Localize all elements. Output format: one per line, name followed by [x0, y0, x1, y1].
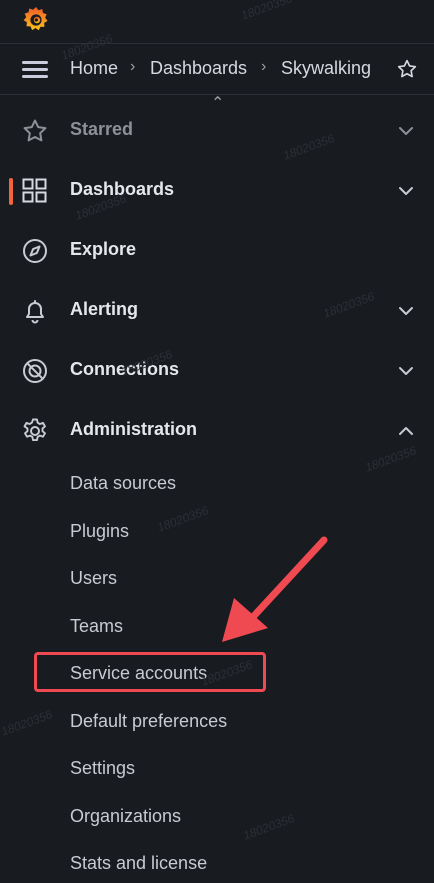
app-root: Home › Dashboards › Skywalking ⌃ Starred… [0, 0, 434, 883]
chevron-down-icon[interactable] [398, 183, 414, 199]
sidebar-item-users[interactable]: Users [0, 559, 434, 599]
chevron-up-icon[interactable] [398, 423, 414, 439]
nav-item-label: Alerting [70, 299, 139, 319]
hamburger-line-icon [22, 68, 48, 71]
sidebar-item-default-preferences[interactable]: Default preferences [0, 702, 434, 742]
breadcrumb-dashboards-link[interactable]: Dashboards [150, 58, 247, 79]
nav-item-label: Administration [70, 419, 198, 439]
top-bar [0, 0, 434, 44]
sidebar-item-label: Settings [70, 758, 136, 778]
sidebar-item-label: Organizations [70, 806, 182, 826]
connections-icon [23, 359, 47, 383]
gear-icon [23, 418, 46, 442]
breadcrumb-current-page: Skywalking [281, 58, 372, 78]
breadcrumb-separator: › [130, 58, 136, 75]
chevron-down-icon[interactable] [398, 363, 414, 379]
nav-item-connections[interactable]: Connections [0, 345, 434, 397]
nav-item-label: Dashboards [70, 179, 175, 199]
sidebar-item-settings[interactable]: Settings [0, 749, 434, 789]
sidebar-item-label: Teams [70, 616, 124, 636]
breadcrumb-separator: › [261, 58, 267, 75]
sidebar-item-organizations[interactable]: Organizations [0, 797, 434, 837]
dashboards-grid-icon [22, 178, 47, 203]
grafana-logo-icon[interactable] [20, 4, 52, 36]
sidebar-item-label: Stats and license [70, 853, 208, 873]
bell-icon [26, 300, 44, 324]
breadcrumb-home-link[interactable]: Home [70, 58, 118, 79]
mark-favorite-star-icon[interactable] [396, 58, 418, 80]
nav-item-dashboards[interactable]: Dashboards [0, 165, 434, 217]
sidebar-item-teams[interactable]: Teams [0, 607, 434, 647]
nav-item-label: Starred [70, 119, 134, 139]
active-indicator [9, 178, 13, 205]
sidebar-item-plugins[interactable]: Plugins [0, 512, 434, 552]
hamburger-line-icon [22, 61, 48, 64]
compass-icon [23, 239, 47, 263]
star-icon [23, 119, 47, 142]
sidebar-item-label: Plugins [70, 521, 130, 541]
nav-item-label: Connections [70, 359, 180, 379]
chevron-down-icon[interactable] [398, 123, 414, 139]
hamburger-line-icon [22, 75, 48, 78]
sidebar-item-data-sources[interactable]: Data sources [0, 464, 434, 504]
nav-item-alerting[interactable]: Alerting [0, 285, 434, 337]
sidebar-item-service-accounts[interactable]: Service accounts [0, 654, 434, 694]
sidebar-item-label: Default preferences [70, 711, 228, 731]
breadcrumb-header: Home › Dashboards › Skywalking [0, 44, 434, 95]
menu-toggle-button[interactable] [22, 59, 48, 79]
nav-item-administration[interactable]: Administration [0, 405, 434, 457]
sidebar-item-label: Service accounts [70, 663, 208, 683]
nav-item-label: Explore [70, 239, 137, 259]
sidebar-item-label: Data sources [70, 473, 177, 493]
sidebar-item-stats-and-license[interactable]: Stats and license [0, 844, 434, 883]
sidebar-item-label: Users [70, 568, 118, 588]
nav-item-explore[interactable]: Explore [0, 225, 434, 277]
chevron-down-icon[interactable] [398, 303, 414, 319]
nav-item-starred[interactable]: Starred [0, 105, 434, 157]
